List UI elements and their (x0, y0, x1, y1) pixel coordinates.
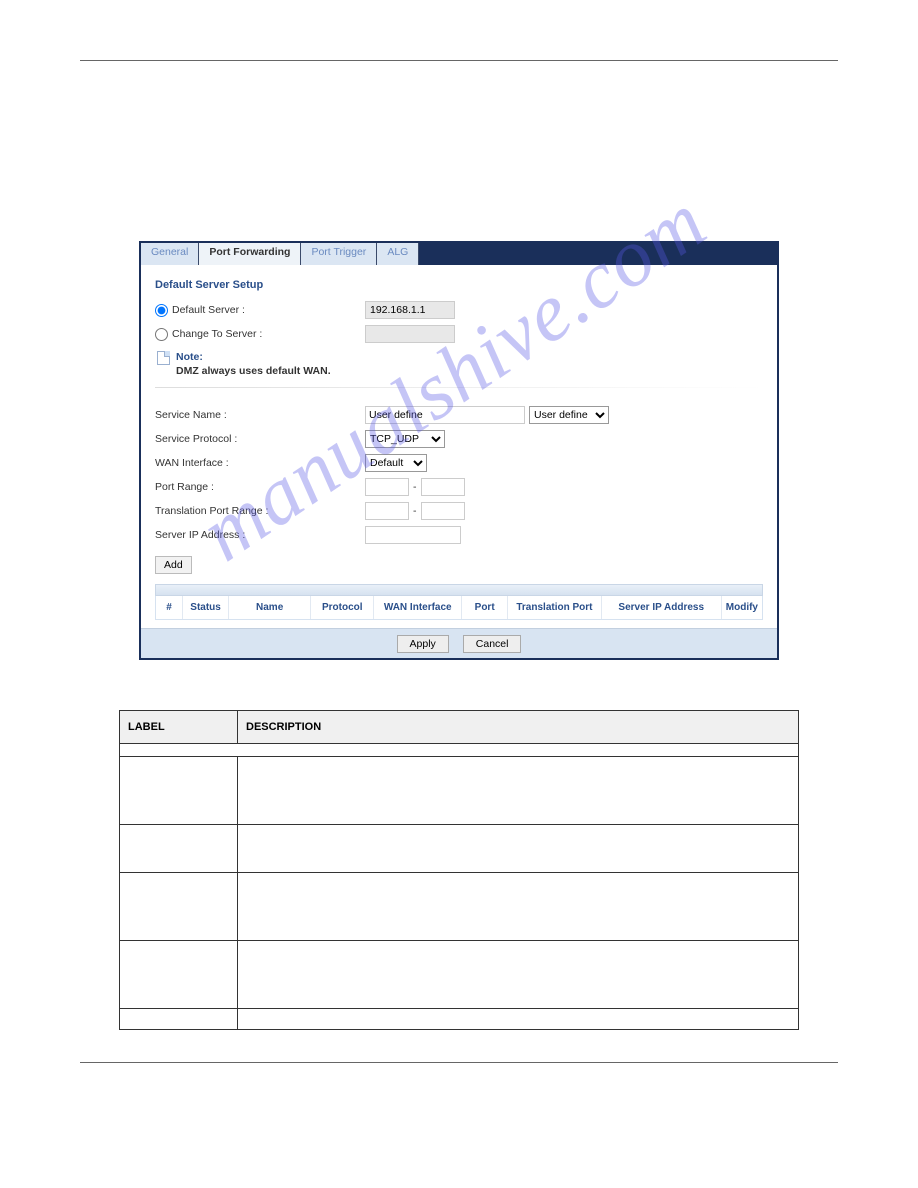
desc-row-1-label (120, 757, 238, 825)
wan-interface-select[interactable]: Default (365, 454, 427, 472)
bottom-bar: Apply Cancel (141, 628, 777, 658)
translation-port-end[interactable] (421, 502, 465, 520)
wan-interface-label: WAN Interface : (155, 457, 229, 469)
default-server-label: Default Server : (172, 304, 245, 316)
apply-button[interactable]: Apply (397, 635, 449, 653)
service-name-input[interactable] (365, 406, 525, 424)
bottom-rule (80, 1062, 838, 1063)
port-range-end[interactable] (421, 478, 465, 496)
cancel-button[interactable]: Cancel (463, 635, 522, 653)
desc-row-2-label (120, 825, 238, 873)
router-panel: General Port Forwarding Port Trigger ALG… (139, 241, 779, 660)
desc-row-5-desc (238, 1009, 799, 1030)
col-modify: Modify (722, 596, 762, 619)
desc-row-4-label (120, 941, 238, 1009)
note-title: Note: (176, 351, 331, 363)
translation-port-start[interactable] (365, 502, 409, 520)
desc-row-4-desc (238, 941, 799, 1009)
port-range-label: Port Range : (155, 481, 214, 493)
desc-row-2-desc (238, 825, 799, 873)
col-name: Name (229, 596, 311, 619)
description-table: LABEL DESCRIPTION (119, 710, 799, 1030)
col-status: Status (183, 596, 229, 619)
tab-alg[interactable]: ALG (377, 243, 419, 265)
change-to-server-input[interactable] (365, 325, 455, 343)
service-name-label: Service Name : (155, 409, 227, 421)
col-idx: # (156, 596, 183, 619)
service-protocol-label: Service Protocol : (155, 433, 237, 445)
col-wan: WAN Interface (374, 596, 462, 619)
desc-header-label: LABEL (120, 711, 238, 744)
tab-port-trigger[interactable]: Port Trigger (301, 243, 377, 265)
grid-spacer (155, 584, 763, 596)
col-port: Port (462, 596, 508, 619)
note-icon (157, 351, 170, 365)
change-to-server-radio[interactable] (155, 328, 168, 341)
tab-bar: General Port Forwarding Port Trigger ALG (141, 243, 777, 265)
desc-row-3-desc (238, 873, 799, 941)
section-title: Default Server Setup (155, 279, 763, 291)
tab-general[interactable]: General (141, 243, 199, 265)
divider (155, 387, 763, 388)
desc-row-5-label (120, 1009, 238, 1030)
note-text: DMZ always uses default WAN. (176, 365, 331, 377)
service-protocol-select[interactable]: TCP_UDP (365, 430, 445, 448)
server-ip-input[interactable] (365, 526, 461, 544)
port-range-start[interactable] (365, 478, 409, 496)
desc-row-3-label (120, 873, 238, 941)
service-name-select[interactable]: User define (529, 406, 609, 424)
default-server-value (365, 301, 455, 319)
grid-header: # Status Name Protocol WAN Interface Por… (155, 596, 763, 620)
col-tport: Translation Port (508, 596, 602, 619)
top-rule (80, 60, 838, 61)
desc-row-1-desc (238, 757, 799, 825)
col-protocol: Protocol (311, 596, 374, 619)
change-to-server-label: Change To Server : (172, 328, 262, 340)
desc-section (120, 744, 799, 757)
default-server-radio[interactable] (155, 304, 168, 317)
tab-port-forwarding[interactable]: Port Forwarding (199, 243, 301, 265)
translation-port-range-label: Translation Port Range : (155, 505, 268, 517)
add-button[interactable]: Add (155, 556, 192, 574)
server-ip-label: Server IP Address : (155, 529, 245, 541)
desc-header-description: DESCRIPTION (238, 711, 799, 744)
col-ip: Server IP Address (602, 596, 722, 619)
